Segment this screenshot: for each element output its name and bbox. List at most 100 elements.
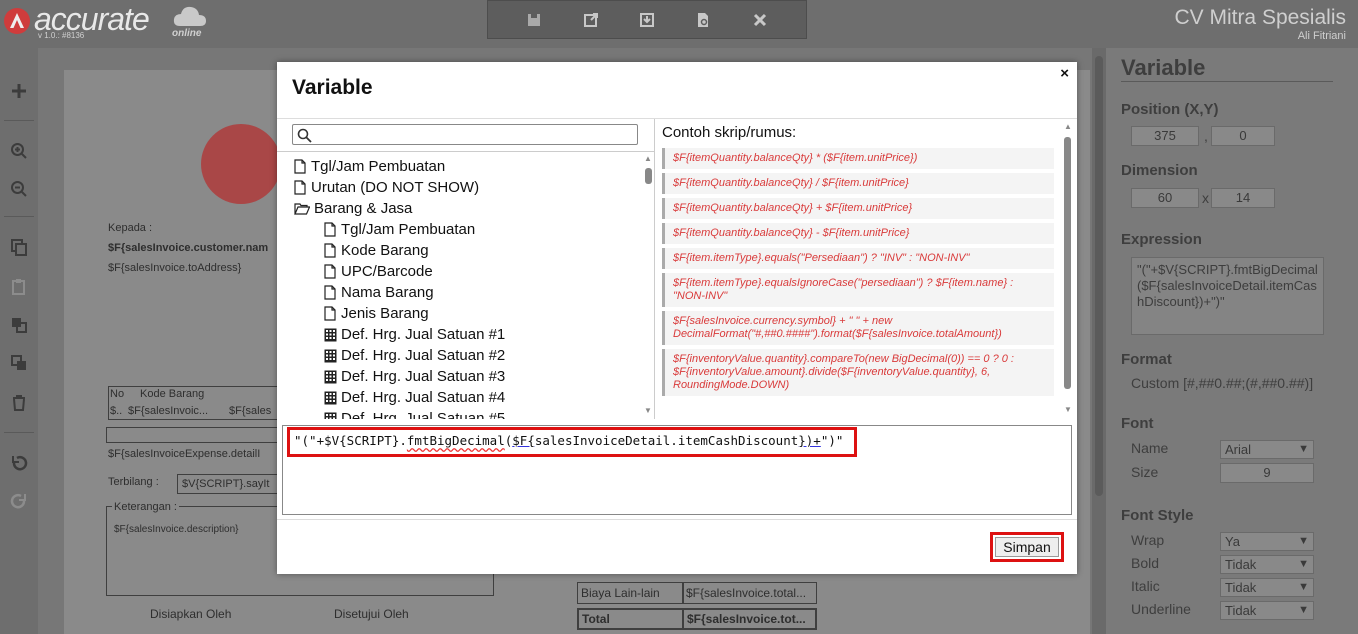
scroll-up-icon[interactable]: ▲ bbox=[1064, 122, 1072, 131]
zoom-in-icon[interactable] bbox=[6, 138, 32, 164]
dimension-width-input[interactable]: 60 bbox=[1131, 188, 1199, 208]
copy-icon[interactable] bbox=[6, 234, 32, 260]
tree-item[interactable]: Urutan (DO NOT SHOW) bbox=[277, 177, 637, 198]
folder-open-icon bbox=[293, 201, 310, 217]
expression-textarea[interactable]: "("+$V{SCRIPT}.fmtBigDecimal($F{salesInv… bbox=[1131, 257, 1324, 335]
report-disiapkan-label[interactable]: Disiapkan Oleh bbox=[150, 607, 231, 621]
tree-item[interactable]: Def. Hrg. Jual Satuan #4 bbox=[277, 387, 637, 408]
app-version: v 1.0.: #8136 bbox=[38, 31, 85, 40]
position-x-input[interactable]: 375 bbox=[1131, 126, 1199, 146]
report-terbilang-field[interactable]: $V{SCRIPT}.sayIt bbox=[182, 478, 277, 490]
report-col-kode[interactable]: Kode Barang bbox=[140, 388, 204, 400]
example-snippet[interactable]: $F{item.itemType}.equalsIgnoreCase("pers… bbox=[662, 273, 1054, 307]
tree-item[interactable]: UPC/Barcode bbox=[277, 261, 637, 282]
dimension-height-input[interactable]: 14 bbox=[1211, 188, 1275, 208]
scroll-up-icon[interactable]: ▲ bbox=[644, 154, 652, 163]
tree-item[interactable]: Tgl/Jam Pembuatan bbox=[277, 156, 637, 177]
scroll-down-icon[interactable]: ▼ bbox=[644, 406, 652, 415]
report-band[interactable] bbox=[106, 427, 278, 443]
accurate-logo-icon bbox=[4, 8, 30, 34]
example-snippet[interactable]: $F{itemQuantity.balanceQty} + $F{item.un… bbox=[662, 198, 1054, 219]
code-part: $F{ bbox=[512, 433, 535, 448]
wrap-select[interactable]: Ya ▼ bbox=[1220, 532, 1314, 551]
examples-scrollbar[interactable]: ▲ ▼ bbox=[1061, 119, 1075, 419]
report-biaya-field[interactable]: $F{salesInvoice.total... bbox=[686, 586, 814, 600]
position-y-input[interactable]: 0 bbox=[1211, 126, 1275, 146]
canvas-scroll-thumb[interactable] bbox=[1095, 56, 1103, 496]
dialog-close-icon[interactable]: × bbox=[1060, 65, 1069, 82]
report-disetujui-label[interactable]: Disetujui Oleh bbox=[334, 607, 409, 621]
example-snippet[interactable]: $F{itemQuantity.balanceQty} / $F{item.un… bbox=[662, 173, 1054, 194]
properties-panel: Variable Position (X,Y) 375 , 0 Dimensio… bbox=[1108, 48, 1358, 634]
report-biaya-label[interactable]: Biaya Lain-lain bbox=[581, 586, 660, 600]
tree-item[interactable]: Def. Hrg. Jual Satuan #1 bbox=[277, 324, 637, 345]
send-back-icon[interactable] bbox=[6, 350, 32, 376]
example-snippet[interactable]: $F{itemQuantity.balanceQty} * ($F{item.u… bbox=[662, 148, 1054, 169]
expression-code-highlighted[interactable]: "("+$V{SCRIPT}.fmtBigDecimal($F{salesInv… bbox=[287, 427, 857, 457]
chevron-down-icon: ▼ bbox=[1298, 581, 1309, 593]
bring-front-icon[interactable] bbox=[6, 312, 32, 338]
example-snippet[interactable]: $F{item.itemType}.equals("Persediaan") ?… bbox=[662, 248, 1054, 269]
close-icon[interactable] bbox=[748, 8, 772, 32]
delete-icon[interactable] bbox=[6, 390, 32, 416]
scroll-down-icon[interactable]: ▼ bbox=[1064, 405, 1072, 414]
tree-item[interactable]: Def. Hrg. Jual Satuan #5 bbox=[277, 408, 637, 419]
italic-select[interactable]: Tidak ▼ bbox=[1220, 578, 1314, 597]
tree-search-input[interactable] bbox=[315, 126, 633, 143]
file-icon bbox=[323, 243, 337, 259]
tree-scroll-thumb[interactable] bbox=[645, 168, 652, 184]
add-icon[interactable] bbox=[6, 78, 32, 104]
tree-item[interactable]: Nama Barang bbox=[277, 282, 637, 303]
report-cell-next[interactable]: $F{sales bbox=[229, 405, 277, 417]
export-icon[interactable] bbox=[579, 8, 603, 32]
font-name-select[interactable]: Arial ▼ bbox=[1220, 440, 1314, 459]
preview-icon[interactable] bbox=[691, 8, 715, 32]
report-col-no[interactable]: No bbox=[110, 388, 124, 400]
tree-item[interactable]: Jenis Barang bbox=[277, 303, 637, 324]
example-snippet[interactable]: $F{salesInvoice.currency.symbol} + " " +… bbox=[662, 311, 1054, 345]
report-cell-no[interactable]: $.. bbox=[110, 405, 122, 417]
tree-item[interactable]: Barang & Jasa bbox=[277, 198, 637, 219]
example-snippet[interactable]: $F{inventoryValue.quantity}.compareTo(ne… bbox=[662, 349, 1054, 396]
report-keterangan-label[interactable]: Keterangan : bbox=[112, 501, 179, 513]
user-name[interactable]: Ali Fitriani bbox=[1298, 30, 1346, 42]
tree-search-box[interactable] bbox=[292, 124, 638, 145]
tree-scrollbar[interactable]: ▲ ▼ bbox=[643, 154, 654, 417]
report-address-field[interactable]: $F{salesInvoice.toAddress} bbox=[108, 262, 278, 274]
font-label: Font bbox=[1121, 415, 1154, 432]
position-label: Position (X,Y) bbox=[1121, 101, 1219, 118]
examples-scroll-thumb[interactable] bbox=[1064, 137, 1071, 389]
tree-divider bbox=[277, 151, 654, 152]
expression-editor[interactable]: "("+$V{SCRIPT}.fmtBigDecimal($F{salesInv… bbox=[282, 425, 1072, 515]
cloud-icon bbox=[172, 4, 208, 28]
report-terbilang-label[interactable]: Terbilang : bbox=[108, 476, 159, 488]
report-cell-kode[interactable]: $F{salesInvoic... bbox=[128, 405, 223, 417]
underline-select[interactable]: Tidak ▼ bbox=[1220, 601, 1314, 620]
tree-item[interactable]: Def. Hrg. Jual Satuan #2 bbox=[277, 345, 637, 366]
tree-item[interactable]: Tgl/Jam Pembuatan bbox=[277, 219, 637, 240]
format-value[interactable]: Custom [#,##0.##;(#,##0.##)] bbox=[1131, 375, 1313, 391]
report-divider bbox=[682, 582, 684, 604]
report-keterangan-field[interactable]: $F{salesInvoice.description} bbox=[114, 524, 239, 535]
font-size-input[interactable]: 9 bbox=[1220, 463, 1314, 483]
file-icon bbox=[323, 306, 337, 322]
save-button[interactable]: Simpan bbox=[995, 537, 1059, 557]
undo-icon[interactable] bbox=[6, 450, 32, 476]
report-kepada-label[interactable]: Kepada : bbox=[108, 222, 152, 234]
report-customer-field[interactable]: $F{salesInvoice.customer.nam bbox=[108, 242, 278, 254]
save-icon[interactable] bbox=[522, 8, 546, 32]
examples-title: Contoh skrip/rumus: bbox=[662, 124, 797, 141]
example-snippet[interactable]: $F{itemQuantity.balanceQty} - $F{item.un… bbox=[662, 223, 1054, 244]
company-logo-placeholder[interactable] bbox=[201, 124, 281, 204]
tree-item-label: Barang & Jasa bbox=[314, 200, 413, 217]
report-total-label[interactable]: Total bbox=[582, 612, 610, 626]
report-total-field[interactable]: $F{salesInvoice.tot... bbox=[687, 612, 813, 626]
zoom-out-icon[interactable] bbox=[6, 176, 32, 202]
download-icon[interactable] bbox=[635, 8, 659, 32]
paste-icon[interactable] bbox=[6, 274, 32, 300]
bold-select[interactable]: Tidak ▼ bbox=[1220, 555, 1314, 574]
report-expense-field[interactable]: $F{salesInvoiceExpense.detailI bbox=[108, 448, 278, 460]
tree-item[interactable]: Kode Barang bbox=[277, 240, 637, 261]
redo-icon[interactable] bbox=[6, 488, 32, 514]
tree-item[interactable]: Def. Hrg. Jual Satuan #3 bbox=[277, 366, 637, 387]
